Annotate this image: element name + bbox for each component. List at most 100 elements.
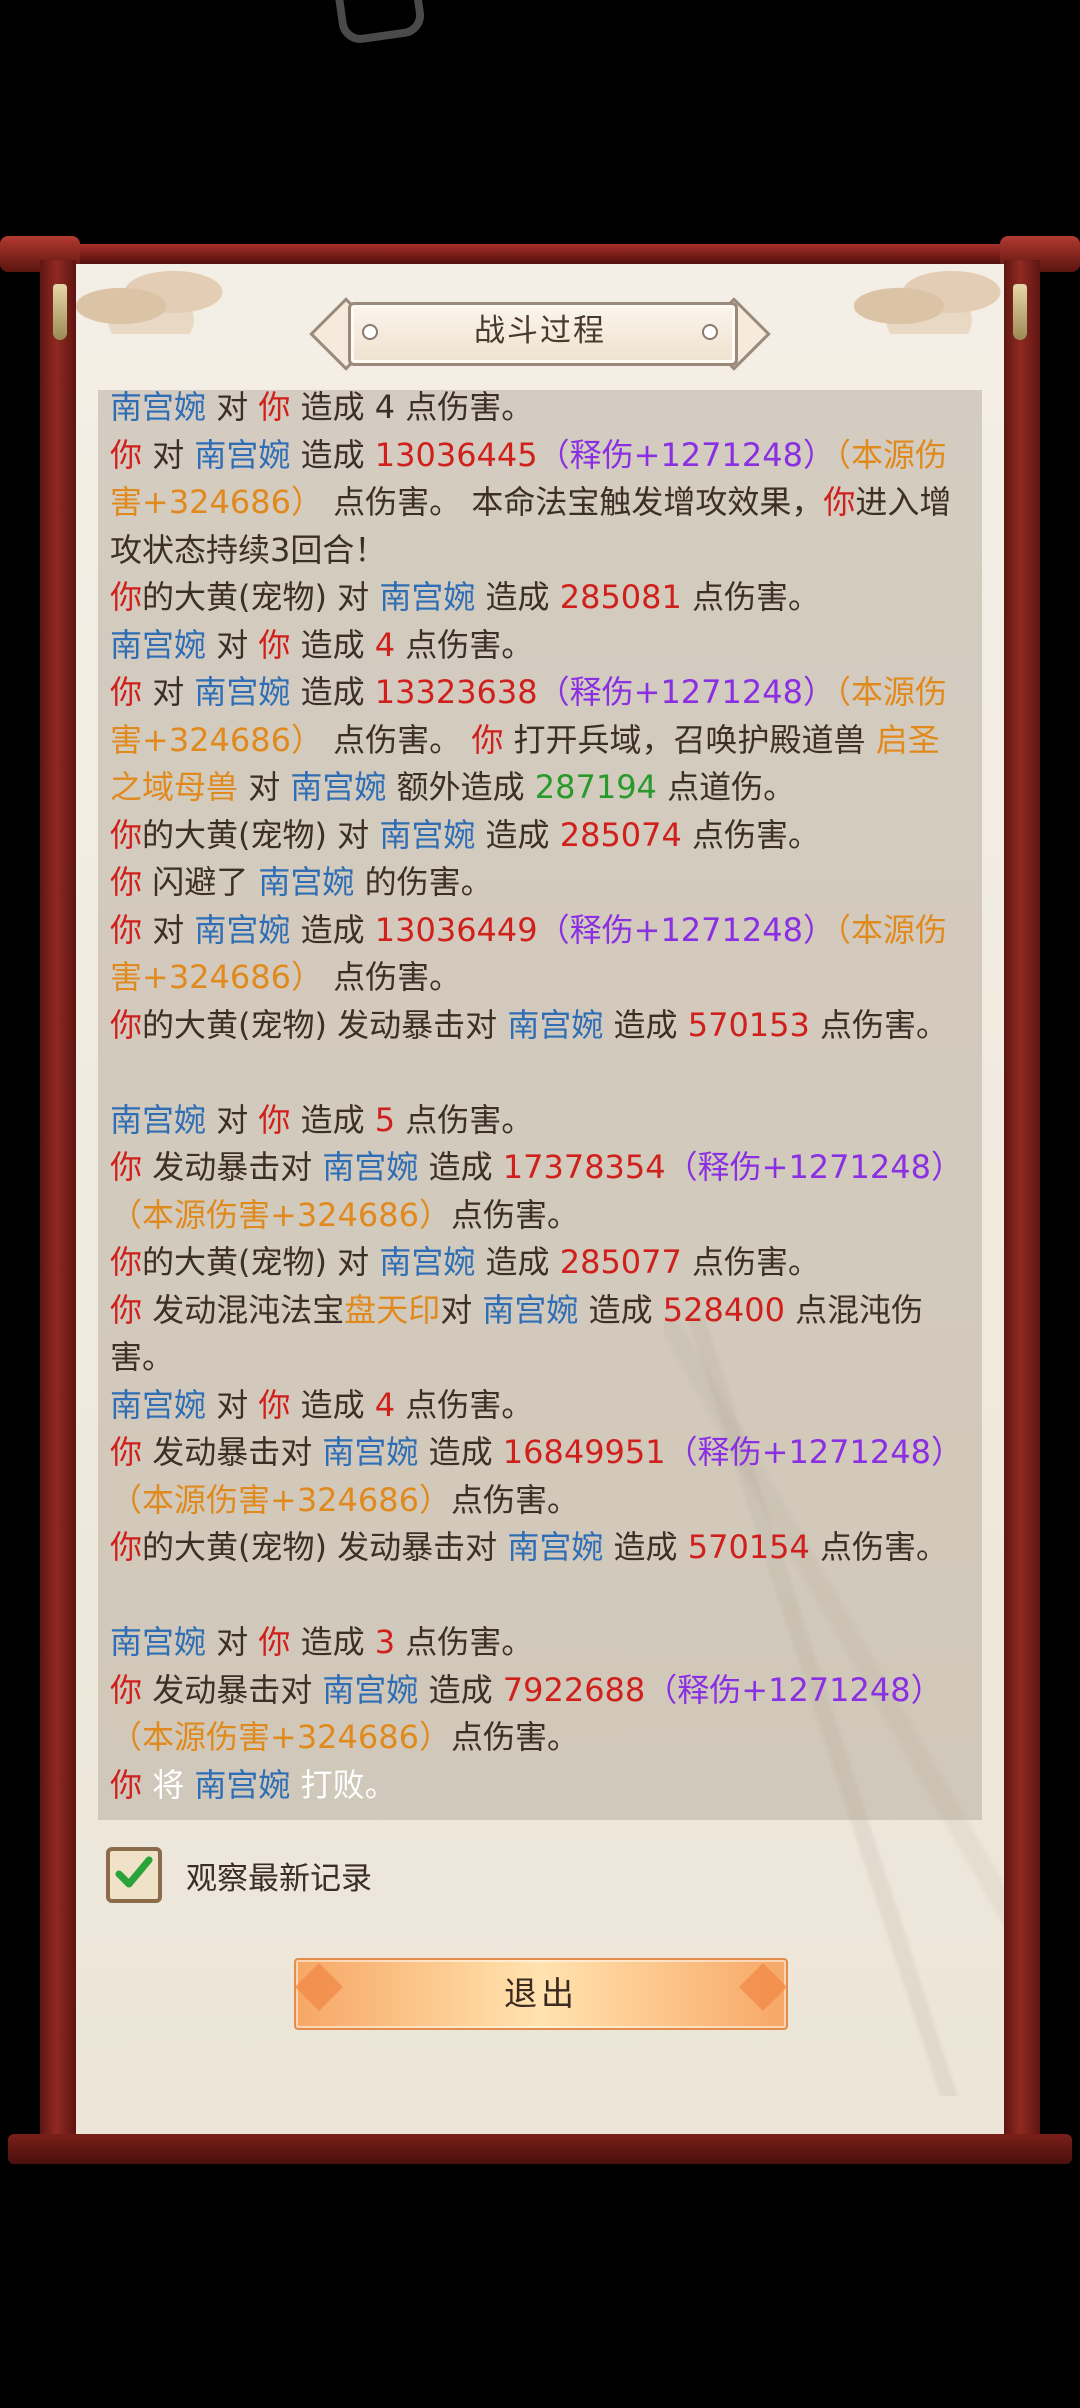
scroll-bottom-rod [8, 2134, 1072, 2164]
log-segment: 你 [110, 910, 143, 949]
log-segment: （释伤+1271248） [665, 1433, 963, 1471]
log-segment: （释伤+1271248） [537, 910, 835, 949]
log-segment: 你 [110, 1670, 143, 1709]
log-segment: 南宫婉 [379, 815, 476, 854]
log-line: 你 对 南宫婉 造成 13036449（释伤+1271248）（本源伤害+324… [110, 907, 970, 1002]
log-line: 你 发动暴击对 南宫婉 造成 16849951（释伤+1271248） （本源伤害… [110, 1429, 970, 1524]
log-line: 你 对 南宫婉 造成 13036445（释伤+1271248）（本源伤害+324… [110, 432, 970, 575]
log-segment: 发动暴击对 [142, 1433, 323, 1471]
log-segment: 的大黄(宠物) 对 [142, 815, 380, 854]
log-segment: 对 [206, 1623, 259, 1661]
log-segment: 528400 [662, 1290, 785, 1329]
log-segment: （释伤+1271248） [665, 1148, 963, 1186]
log-segment: 造成 [418, 1148, 503, 1186]
log-segment: 17378354 [502, 1148, 666, 1186]
watch-latest-checkbox[interactable] [106, 1847, 162, 1903]
log-line: 你的大黄(宠物) 发动暴击对 南宫婉 造成 570154 点伤害。 [110, 1524, 970, 1572]
log-segment: 点伤害。 [450, 1195, 579, 1234]
log-segment: 发动暴击对 [142, 1148, 323, 1186]
log-segment: 的伤害。 [354, 863, 493, 901]
log-segment: 你 [110, 815, 143, 854]
log-segment: 你 [258, 1100, 291, 1139]
log-segment: 造成 [418, 1670, 503, 1709]
log-segment: 你 [110, 863, 143, 901]
log-segment: 发动混沌法宝 [142, 1290, 345, 1329]
log-segment: 额外造成 [386, 768, 535, 806]
log-segment: 4 [374, 1385, 396, 1424]
log-segment: 16849951 [502, 1433, 666, 1471]
log-segment: 点伤害。 [681, 815, 821, 854]
log-line: 你 发动暴击对 南宫婉 造成 17378354（释伤+1271248） （本源伤害… [110, 1144, 970, 1239]
log-segment: 南宫婉 [379, 1243, 476, 1281]
scroll-post-right [1004, 260, 1040, 2140]
log-spacer [110, 1572, 970, 1620]
log-segment: 4 [374, 625, 396, 664]
log-segment: 南宫婉 [507, 1005, 604, 1044]
tassel-right [1013, 284, 1027, 340]
log-segment: 对 [206, 625, 259, 664]
cloud-ornament-right [854, 264, 1004, 334]
log-segment: 南宫婉 [110, 1100, 207, 1139]
log-segment: 点伤害。 [322, 720, 472, 759]
log-segment: 你 [258, 390, 291, 426]
log-segment: 你 [110, 1243, 143, 1281]
log-segment: 造成 [603, 1528, 688, 1566]
log-segment: 你 [110, 578, 143, 616]
log-segment: 你 [110, 1528, 143, 1566]
log-line: 南宫婉 对 你 造成 5 点伤害。 [110, 1097, 970, 1145]
log-line: 你的大黄(宠物) 对 南宫婉 造成 285077 点伤害。 [110, 1239, 970, 1287]
log-segment: 南宫婉 [194, 910, 291, 949]
log-segment: 你 [258, 1385, 291, 1424]
log-segment: 285081 [559, 578, 682, 616]
log-segment: 南宫婉 [110, 390, 207, 426]
log-segment: 570154 [687, 1528, 810, 1566]
log-segment: 南宫婉 [110, 625, 207, 664]
log-segment: 13036449 [374, 910, 538, 949]
log-segment: 造成 [290, 673, 375, 711]
exit-button-label: 退出 [504, 1974, 578, 2013]
log-segment: 造成 [290, 435, 375, 474]
log-segment: （本源伤害+324686） [110, 1480, 451, 1519]
log-segment: 点伤害。 [450, 1718, 579, 1756]
dialog-title: 战斗过程 [474, 313, 606, 349]
log-segment: 对 [142, 435, 195, 474]
log-segment: 你 [110, 1290, 143, 1329]
log-segment: 造成 [603, 1005, 688, 1044]
log-segment: 你 [110, 435, 143, 474]
log-spacer [110, 1049, 970, 1097]
log-segment: 点伤害。 [809, 1528, 949, 1566]
battle-log-panel[interactable]: 南宫婉 对 你 造成 4 点伤害。你 对 南宫婉 造成 13036445（释伤+… [98, 390, 982, 1820]
log-segment: （释伤+1271248） [537, 673, 835, 711]
log-line: 你的大黄(宠物) 对 南宫婉 造成 285081 点伤害。 [110, 574, 970, 622]
log-segment: 13036445 [374, 435, 538, 474]
log-segment: 点伤害。 [395, 1100, 534, 1139]
log-line: 你 对 南宫婉 造成 13323638（释伤+1271248）（本源伤害+324… [110, 669, 970, 812]
log-segment: 南宫婉 [110, 1385, 207, 1424]
watch-latest-label: 观察最新记录 [186, 1860, 372, 1897]
log-segment: 287194 [534, 768, 657, 806]
checkmark-icon [115, 1856, 153, 1888]
log-segment: 南宫婉 [110, 1623, 207, 1661]
log-segment: 点伤害。 本命法宝触发增攻效果， [322, 483, 824, 521]
scroll-post-left [40, 260, 76, 2140]
log-segment: 对 [142, 910, 195, 949]
top-logo [335, 0, 427, 46]
log-segment: 你 [110, 1433, 143, 1471]
log-segment: 南宫婉 [194, 435, 291, 474]
log-line: 南宫婉 对 你 造成 4 点伤害。 [110, 1382, 970, 1430]
log-segment: 对 [238, 768, 291, 806]
log-segment: （释伤+1271248） [537, 435, 835, 474]
log-segment: 南宫婉 [258, 863, 355, 901]
log-segment: 对 [206, 1385, 259, 1424]
log-segment: 南宫婉 [322, 1148, 419, 1186]
log-segment: 的大黄(宠物) 发动暴击对 [142, 1005, 508, 1044]
exit-button[interactable]: 退出 [294, 1958, 788, 2030]
log-segment: 你 [110, 1005, 143, 1044]
log-segment: 点伤害。 [322, 958, 462, 996]
log-segment: 你 [258, 1623, 291, 1661]
log-line: 南宫婉 对 你 造成 4 点伤害。 [110, 622, 970, 670]
log-segment: 你 [258, 625, 291, 664]
log-segment: 对 [206, 390, 259, 426]
watch-latest-row[interactable]: 观察最新记录 [106, 1844, 372, 1906]
log-segment: 闪避了 [142, 863, 259, 901]
